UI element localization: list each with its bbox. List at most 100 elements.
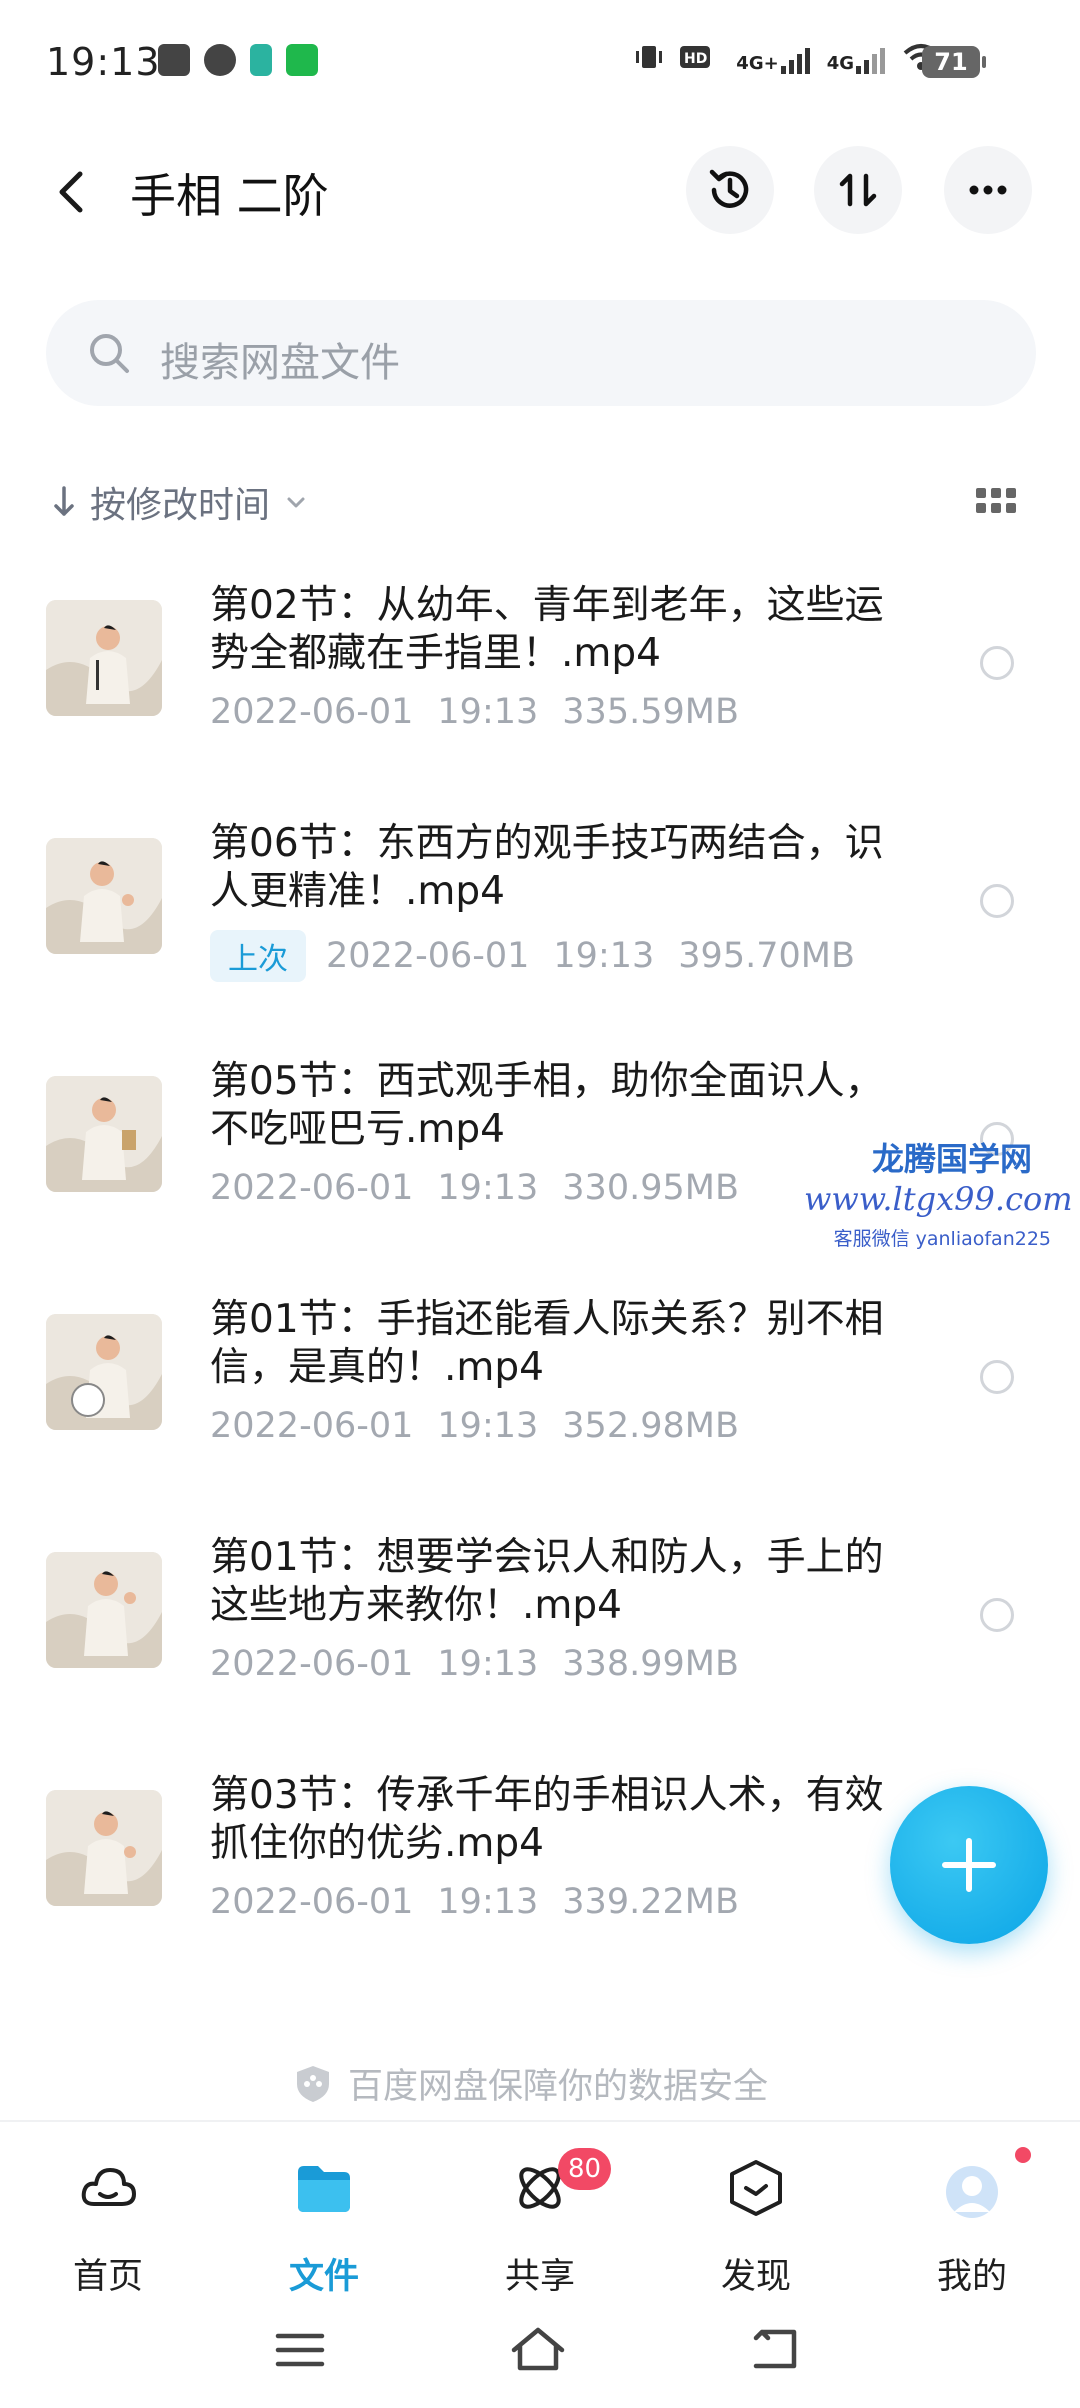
- menu-button[interactable]: [270, 2320, 330, 2380]
- status-right: HD 4G+ 4G: [634, 42, 940, 78]
- sort-button[interactable]: [814, 146, 902, 234]
- file-size: 339.22MB: [562, 1882, 739, 1922]
- file-meta: 上次 2022-06-01 19:13 395.70MB: [210, 930, 855, 982]
- more-button[interactable]: [944, 146, 1032, 234]
- file-name: 第03节：传承千年的手相识人术，有效抓住你的优劣.mp4: [210, 1773, 884, 1866]
- system-navigation-bar: [0, 2300, 1080, 2408]
- home-icon: [511, 2327, 565, 2371]
- file-row[interactable]: 第01节：手指还能看人际关系？别不相信，是真的！.mp4 2022-06-01 …: [0, 1274, 1080, 1512]
- p-app-icon: [250, 44, 272, 76]
- shield-icon: [297, 2065, 329, 2102]
- app-notification-icon: [204, 44, 236, 76]
- file-row[interactable]: 第06节：东西方的观手技巧两结合，识人更精准！.mp4 上次 2022-06-0…: [0, 798, 1080, 1036]
- upload-fab-button[interactable]: [890, 1786, 1048, 1944]
- file-date: 2022-06-01: [210, 1882, 414, 1922]
- file-meta: 2022-06-01 19:13 339.22MB: [210, 1882, 739, 1922]
- down-arrow-icon: [54, 486, 74, 516]
- file-meta: 2022-06-01 19:13 335.59MB: [210, 692, 739, 732]
- select-checkbox[interactable]: [980, 884, 1014, 918]
- file-name: 第05节：西式观手相，助你全面识人，不吃哑巴亏.mp4: [210, 1059, 884, 1152]
- file-time: 19:13: [437, 1882, 539, 1922]
- file-date: 2022-06-01: [326, 936, 530, 976]
- vibrate-icon: [634, 42, 664, 78]
- nav-item-home[interactable]: 首页: [28, 2148, 188, 2297]
- nav-label-files: 文件: [288, 2257, 359, 2297]
- select-checkbox[interactable]: [980, 646, 1014, 680]
- file-date: 2022-06-01: [210, 692, 414, 732]
- select-checkbox[interactable]: [980, 1360, 1014, 1394]
- iqiyi-icon: [286, 44, 318, 76]
- file-size: 330.95MB: [562, 1168, 739, 1208]
- discover-box-icon: [730, 2160, 782, 2216]
- sort-by-modified-time[interactable]: 按修改时间: [52, 476, 308, 528]
- file-time: 19:13: [553, 936, 655, 976]
- back-arrow-icon: [59, 171, 83, 213]
- select-checkbox[interactable]: [980, 1598, 1014, 1632]
- nav-label-share: 共享: [504, 2257, 575, 2297]
- safety-text: 百度网盘保障你的数据安全: [348, 2067, 769, 2107]
- search-placeholder: 搜索网盘文件: [160, 340, 400, 386]
- plus-icon: [942, 1838, 996, 1892]
- cloud-icon: [81, 2168, 136, 2206]
- search-icon: [90, 334, 129, 373]
- watermark: 龙腾国学网 www.ltgx99.com 客服微信 yanliaofan225: [804, 1134, 1073, 1251]
- notification-icons: [158, 44, 318, 76]
- file-name: 第02节：从幼年、青年到老年，这些运势全都藏在手指里！.mp4: [210, 583, 884, 676]
- watermark-site-name: 龙腾国学网: [871, 1140, 1032, 1178]
- nav-label-discover: 发现: [720, 2257, 791, 2297]
- video-thumbnail: [46, 1076, 162, 1192]
- nav-item-me[interactable]: 我的: [892, 2144, 1052, 2297]
- file-time: 19:13: [437, 692, 539, 732]
- bottom-navigation: 首页 文件 80 共享 发现 我的: [0, 2120, 1080, 2300]
- grid-view-button[interactable]: [976, 488, 1016, 516]
- video-thumbnail: [46, 1314, 162, 1430]
- nav-item-files[interactable]: 文件: [244, 2148, 404, 2297]
- video-thumbnail: [46, 600, 162, 716]
- svg-text:HD: HD: [684, 51, 707, 67]
- status-bar: 19:13 HD 4G+ 4G 71: [0, 0, 1080, 120]
- file-name: 第01节：手指还能看人际关系？别不相信，是真的！.mp4: [210, 1297, 884, 1390]
- sort-arrows-icon: [839, 173, 877, 207]
- sort-row: 按修改时间: [0, 470, 1080, 530]
- file-date: 2022-06-01: [210, 1644, 414, 1684]
- video-thumbnail: [46, 838, 162, 954]
- signal-4gplus: 4G+: [736, 46, 810, 74]
- network-type-1: 4G+: [736, 53, 779, 74]
- file-time: 19:13: [437, 1644, 539, 1684]
- safety-note: 百度网盘保障你的数据安全: [294, 2058, 768, 2109]
- nav-label-home: 首页: [72, 2257, 143, 2297]
- sort-label: 按修改时间: [90, 485, 271, 526]
- file-size: 338.99MB: [562, 1644, 739, 1684]
- folder-icon: [298, 2166, 350, 2212]
- history-button[interactable]: [686, 146, 774, 234]
- nav-item-share[interactable]: 80 共享: [460, 2148, 620, 2297]
- search-input[interactable]: 搜索网盘文件: [46, 300, 1036, 406]
- chevron-down-icon: [287, 497, 305, 508]
- file-meta: 2022-06-01 19:13 338.99MB: [210, 1644, 739, 1684]
- file-name: 第01节：想要学会识人和防人，手上的这些地方来教你！.mp4: [210, 1535, 884, 1628]
- home-button[interactable]: [508, 2320, 568, 2380]
- file-meta: 2022-06-01 19:13 352.98MB: [210, 1406, 739, 1446]
- file-time: 19:13: [437, 1406, 539, 1446]
- watermark-url: www.ltgx99.com: [804, 1180, 1073, 1218]
- share-badge: 80: [558, 2148, 612, 2190]
- signal-4g: 4G: [827, 46, 886, 74]
- history-icon: [709, 169, 749, 208]
- back-system-icon: [753, 2329, 797, 2369]
- app-screen: 19:13 HD 4G+ 4G 71 手相 二阶 搜索网盘文件 按修改时间 第0…: [0, 0, 1080, 2408]
- file-row[interactable]: 第02节：从幼年、青年到老年，这些运势全都藏在手指里！.mp4 2022-06-…: [0, 560, 1080, 798]
- file-time: 19:13: [437, 1168, 539, 1208]
- status-time: 19:13: [46, 40, 161, 84]
- grid-icon: [976, 488, 1016, 513]
- file-name: 第06节：东西方的观手技巧两结合，识人更精准！.mp4: [210, 821, 884, 914]
- nav-label-me: 我的: [936, 2257, 1007, 2297]
- battery-icon: 71: [922, 46, 986, 78]
- file-row[interactable]: 第01节：想要学会识人和防人，手上的这些地方来教你！.mp4 2022-06-0…: [0, 1512, 1080, 1750]
- file-date: 2022-06-01: [210, 1406, 414, 1446]
- file-size: 395.70MB: [678, 936, 855, 976]
- nav-item-discover[interactable]: 发现: [676, 2148, 836, 2297]
- back-system-button[interactable]: [746, 2320, 806, 2380]
- video-thumbnail: [46, 1552, 162, 1668]
- file-date: 2022-06-01: [210, 1168, 414, 1208]
- back-button[interactable]: [50, 164, 94, 220]
